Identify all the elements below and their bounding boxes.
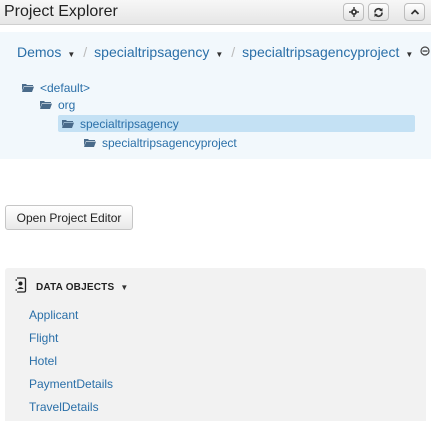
breadcrumb-item-organization[interactable]: specialtripsagency ▼ [94,44,223,60]
folder-icon [40,98,52,112]
data-objects-header[interactable]: DATA OBJECTS ▼ [14,276,129,298]
breadcrumb-item-demos[interactable]: Demos ▼ [17,44,75,60]
folder-icon [84,136,96,150]
refresh-button[interactable] [368,3,389,21]
caret-down-icon: ▼ [215,50,224,59]
tree-node-org[interactable]: org [40,96,75,113]
tree-node-specialtripsagencyproject[interactable]: specialtripsagencyproject [84,134,237,151]
tree-node-label: specialtripsagency [80,116,179,131]
data-object-item[interactable]: Hotel [29,350,113,373]
data-objects-title: DATA OBJECTS [36,281,115,293]
data-object-item[interactable]: Flight [29,327,113,350]
panel-title: Project Explorer [4,3,118,20]
caret-down-icon: ▼ [405,50,414,59]
data-objects-list: Applicant Flight Hotel PaymentDetails Tr… [29,304,113,419]
data-object-item[interactable]: PaymentDetails [29,373,113,396]
data-object-item[interactable]: Applicant [29,304,113,327]
caret-down-icon: ▼ [120,282,129,292]
open-project-editor-button[interactable]: Open Project Editor [5,205,133,230]
data-object-icon [14,276,28,298]
breadcrumb-separator: / [83,44,88,60]
folder-icon [62,117,74,131]
breadcrumb-label: specialtripsagency [94,44,210,60]
breadcrumb-label: specialtripsagencyproject [242,44,400,60]
breadcrumb-label: Demos [17,44,62,60]
folder-icon [22,81,34,95]
data-object-item[interactable]: TravelDetails [29,396,113,419]
caret-down-icon: ▼ [67,50,76,59]
refresh-icon [373,7,384,18]
tree-node-label: specialtripsagencyproject [102,135,237,150]
tree-node-label: org [58,97,76,112]
package-tree: <default> org specialtripsagency special… [0,72,431,159]
settings-button[interactable] [343,3,364,21]
tree-node-label: <default> [40,80,91,95]
tree-node-default[interactable]: <default> [22,79,90,96]
breadcrumb-item-project[interactable]: specialtripsagencyproject ▼ [242,44,413,60]
data-objects-panel: DATA OBJECTS ▼ Applicant Flight Hotel Pa… [5,268,426,421]
project-explorer-header: Project Explorer [0,0,431,25]
collapse-panel-button[interactable] [404,3,425,21]
chevron-up-icon [410,8,420,16]
breadcrumb-separator: / [231,44,236,60]
breadcrumb: Demos ▼ / specialtripsagency ▼ / specialtr… [0,32,431,72]
minus-circle-icon[interactable] [420,45,430,59]
gear-icon [348,7,359,17]
tree-node-specialtripsagency[interactable]: specialtripsagency [58,115,415,132]
